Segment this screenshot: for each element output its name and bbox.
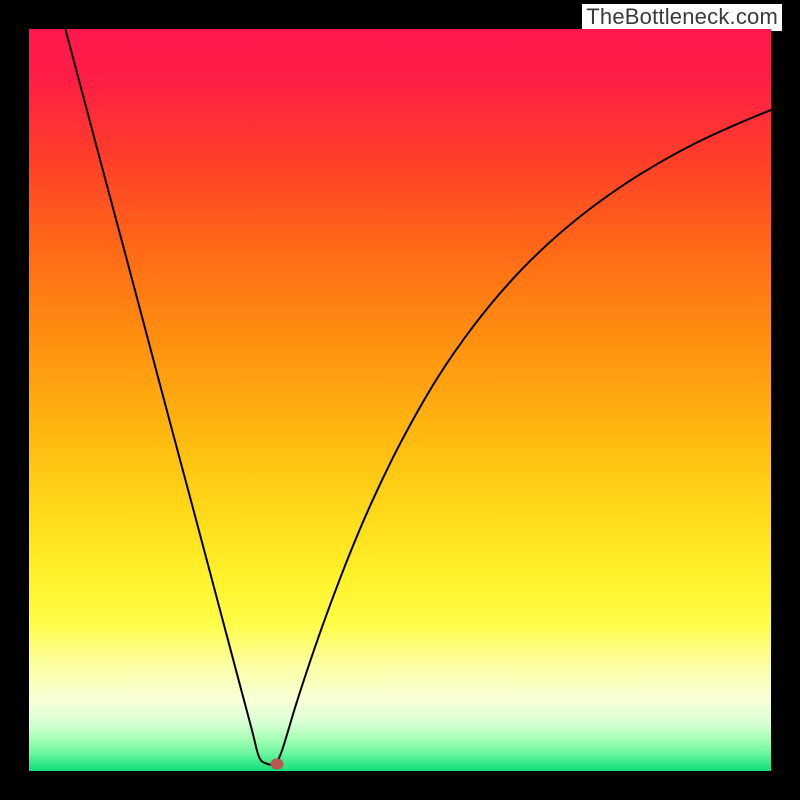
- gradient-heat-plot: [29, 29, 771, 771]
- plot-area: [29, 29, 771, 771]
- chart-frame: TheBottleneck.com: [0, 0, 800, 800]
- gradient-background: [29, 29, 771, 771]
- selected-point-marker: [270, 759, 283, 770]
- watermark-label: TheBottleneck.com: [582, 4, 782, 31]
